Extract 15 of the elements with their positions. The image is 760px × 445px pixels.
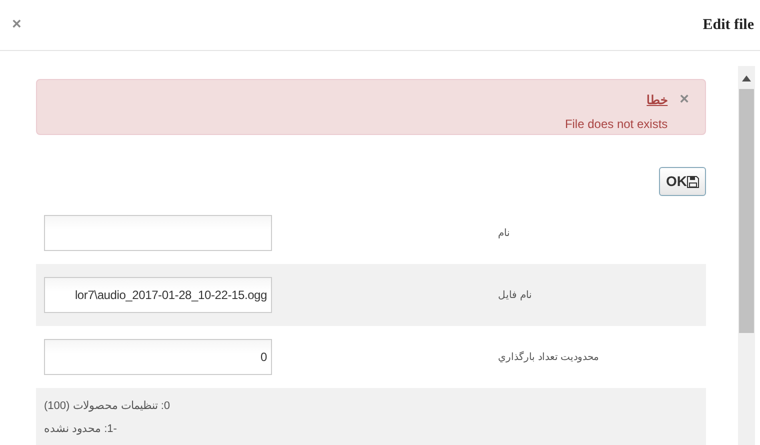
ok-button[interactable]: OK <box>659 167 706 196</box>
scrollbar-thumb[interactable] <box>739 89 754 333</box>
text-field[interactable]: lor7\audio_2017-01-28_10-22-15.ogg <box>44 277 272 313</box>
hint-text: 0: تنظیمات محصولات (100) <box>44 399 170 414</box>
text-field[interactable]: 0 <box>44 339 272 375</box>
field-label: نام فایل <box>498 288 532 302</box>
field-label: نام <box>498 226 510 240</box>
alert-message: File does not exists <box>564 117 668 131</box>
alert-title: خطا <box>646 93 668 107</box>
hint-text: -1: محدود نشده <box>44 422 117 437</box>
text-field[interactable] <box>44 215 272 251</box>
save-icon <box>687 176 699 188</box>
dialog-title: Edit file <box>702 16 754 34</box>
scrollbar[interactable] <box>738 66 755 445</box>
field-label: محدودیت تعداد بارگذاري <box>498 350 599 364</box>
